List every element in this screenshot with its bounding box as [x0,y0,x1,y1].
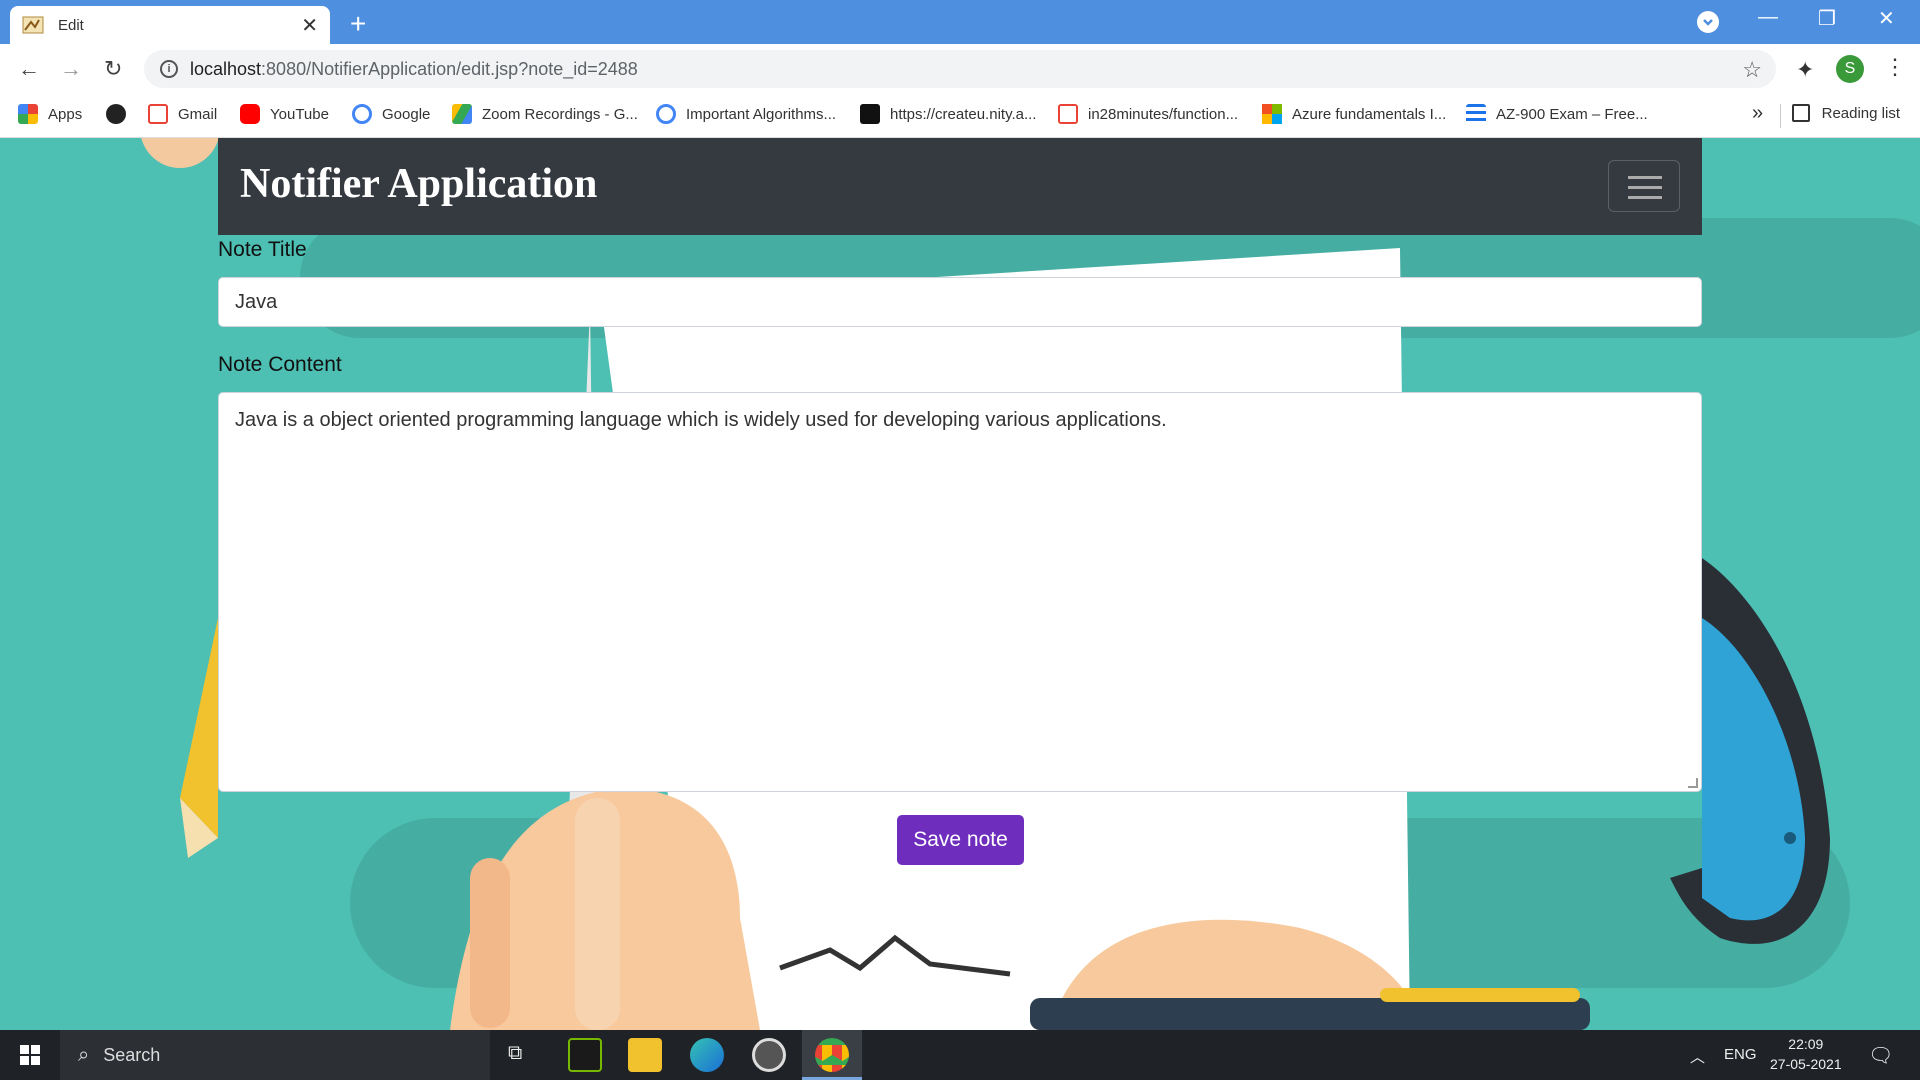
close-window-icon[interactable]: ✕ [1878,6,1895,31]
site-info-icon[interactable]: i [160,60,178,78]
forward-arrow-icon[interactable]: → [60,56,82,82]
search-icon: ⌕ [78,1043,90,1066]
tab-favicon-icon [22,16,44,34]
clock-time: 22:09 [1788,1036,1824,1052]
navbar-toggle-hamburger-icon[interactable] [1608,160,1680,212]
settings-app-icon[interactable] [752,1038,786,1072]
bookmark-azure-fundamentals[interactable]: Azure fundamentals I... [1262,104,1446,124]
hamburger-line [1628,186,1662,189]
reload-icon[interactable]: ↻ [104,56,122,82]
new-tab-button[interactable]: + [350,8,366,40]
google-drive-icon [452,104,472,124]
google-icon [656,104,676,124]
tab-title: Edit [58,16,84,34]
task-view-icon[interactable]: ⧉ [508,1042,522,1065]
app-brand[interactable]: Notifier Application [240,160,597,208]
note-content-label: Note Content [218,353,342,376]
bookmarks-divider [1780,104,1781,128]
bookmark-star-icon[interactable]: ☆ [1742,57,1762,83]
bookmarks-bar: Apps Gmail YouTube Google Zoom Recording… [0,94,1920,138]
page-viewport: Notifier Application Note Title Java Not… [0,138,1920,1030]
chrome-icon [815,1038,849,1072]
taskbar-search-box[interactable]: ⌕ Search [60,1030,490,1080]
note-content-textarea[interactable]: Java is a object oriented programming la… [218,392,1702,792]
clock-date: 27-05-2021 [1770,1056,1842,1072]
save-note-button[interactable]: Save note [897,815,1024,865]
language-indicator[interactable]: ENG [1724,1046,1757,1063]
chrome-taskbar-active[interactable] [802,1030,862,1080]
browser-menu-icon[interactable]: ⋮ [1884,54,1906,80]
restore-icon[interactable]: ❐ [1818,6,1836,31]
file-explorer-icon[interactable] [628,1038,662,1072]
bookmark-globe[interactable] [106,104,136,124]
bookmark-important-algorithms[interactable]: Important Algorithms... [656,104,836,124]
bookmark-apps[interactable]: Apps [18,104,82,124]
address-bar[interactable]: i localhost :8080/NotifierApplication/ed… [144,50,1776,88]
bookmark-youtube[interactable]: YouTube [240,104,329,124]
url-path: :8080/NotifierApplication/edit.jsp?note_… [261,58,638,79]
apps-grid-icon [18,104,38,124]
reading-list-icon [1791,104,1810,122]
profile-avatar[interactable]: S [1836,55,1864,83]
tray-chevron-icon[interactable]: ︿ [1690,1046,1705,1067]
bookmark-zoom-recordings[interactable]: Zoom Recordings - G... [452,104,638,124]
bookmark-in28minutes[interactable]: in28minutes/function... [1058,104,1238,124]
reading-list-button[interactable]: Reading list [1791,104,1900,122]
minimize-icon[interactable]: — [1758,6,1778,29]
globe-icon [106,104,126,124]
bookmark-google[interactable]: Google [352,104,430,124]
hamburger-line [1628,196,1662,199]
bookmark-az900-exam[interactable]: AZ-900 Exam – Free... [1466,104,1648,124]
browser-toolbar: ← → ↻ i localhost :8080/NotifierApplicat… [0,44,1920,94]
edge-browser-icon[interactable] [690,1038,724,1072]
windows-start-icon[interactable] [20,1045,40,1065]
url-host: localhost [190,58,262,79]
back-arrow-icon[interactable]: ← [18,56,40,82]
nvidia-app-icon[interactable] [568,1038,602,1072]
app-navbar: Notifier Application [218,138,1702,235]
google-icon [352,104,372,124]
tab-close-icon[interactable]: ✕ [301,13,318,38]
hamburger-line [1628,176,1662,179]
windows-taskbar: ⌕ Search ⧉ ︿ ENG 22:09 27-05-2021 🗨 [0,1030,1920,1080]
tab-search-icon[interactable] [1697,11,1719,33]
bookmark-gmail[interactable]: Gmail [148,104,217,124]
browser-tab-edit[interactable]: Edit ✕ [10,6,330,44]
gmail-icon [1058,104,1078,124]
note-content-text: Java is a object oriented programming la… [235,409,1167,431]
extensions-puzzle-icon[interactable]: ✦ [1796,57,1814,83]
microsoft-icon [1262,104,1282,124]
list-icon [1466,104,1486,124]
site-icon [860,104,880,124]
note-title-label: Note Title [218,238,307,261]
textarea-resize-handle[interactable] [1688,778,1698,788]
notifications-icon[interactable]: 🗨 [1868,1043,1893,1068]
note-title-input[interactable]: Java [218,277,1702,327]
gmail-icon [148,104,168,124]
more-bookmarks-icon[interactable]: » [1752,102,1763,125]
system-clock[interactable]: 22:09 27-05-2021 [1770,1034,1842,1074]
bookmark-createunity[interactable]: https://createu.nity.a... [860,104,1036,124]
browser-tabstrip: Edit ✕ + — ❐ ✕ [0,0,1920,44]
youtube-icon [240,104,260,124]
